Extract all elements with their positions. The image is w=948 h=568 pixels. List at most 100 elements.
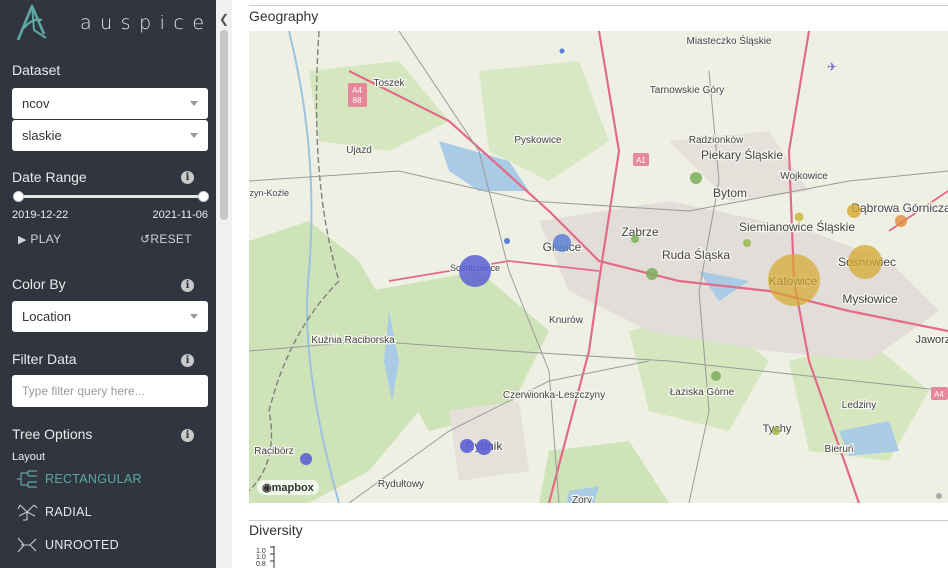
map-place-label: Wojkowice [780, 171, 828, 182]
reset-label: RESET [150, 232, 192, 246]
date-end-label: 2021-11-06 [152, 209, 208, 221]
play-button[interactable]: ▶ PLAY [18, 232, 61, 246]
map-place-label: Ruda Śląska [662, 247, 730, 262]
diversity-y-tick: 1.0 [256, 554, 266, 561]
auspice-logo-icon [16, 4, 47, 41]
map-place-label: Łaziska Górne [670, 387, 735, 398]
map-place-label: Bytom [713, 186, 747, 200]
info-icon[interactable]: i [181, 279, 194, 292]
diversity-title: Diversity [249, 522, 303, 538]
app-logo-text: auspice [80, 12, 213, 34]
dataset-select[interactable]: ncov [12, 88, 208, 119]
map-place-label: Ledziny [842, 400, 876, 411]
layout-rectangular-label: RECTANGULAR [45, 472, 142, 486]
date-range-title: Date Range [12, 169, 87, 185]
date-start-label: 2019-12-22 [12, 209, 69, 221]
map-place-label: Pyskowice [514, 135, 562, 146]
chevron-down-icon [190, 314, 198, 319]
location-marker-katowice[interactable] [768, 254, 820, 306]
map-place-label: Jaworzno [915, 334, 948, 346]
reset-icon: ↺ [140, 232, 151, 246]
location-marker-dabrowa[interactable] [847, 204, 861, 218]
road-label-a4-east: A4 [934, 390, 944, 399]
play-label: PLAY [30, 232, 62, 246]
geography-title: Geography [249, 8, 319, 24]
filter-input[interactable]: Type filter query here... [12, 375, 208, 407]
divider [249, 520, 948, 521]
location-marker-ruda[interactable] [646, 268, 658, 280]
scrollbar-thumb[interactable] [220, 30, 228, 220]
airport-icon: ✈ [827, 60, 837, 74]
map-place-label: Zory [572, 495, 592, 503]
layout-radial-button[interactable]: RADIAL [16, 503, 92, 525]
color-by-title: Color By [12, 276, 66, 292]
color-by-select[interactable]: Location [12, 301, 208, 332]
location-marker-small[interactable] [936, 493, 942, 499]
chevron-down-icon [190, 133, 198, 138]
date-range-slider[interactable] [18, 195, 204, 198]
location-marker-bytom[interactable] [690, 172, 702, 184]
map-place-label: Racibórz [254, 446, 293, 457]
color-by-value: Location [22, 309, 72, 324]
rectangular-tree-icon [17, 470, 37, 488]
map-place-label: Mysłowice [842, 292, 898, 306]
map-place-label: Dąbrowa Górnicza [851, 201, 948, 215]
dataset-subselect-value: slaskie [22, 128, 62, 143]
road-label-a1: A1 [636, 156, 646, 165]
location-marker-east[interactable] [895, 215, 907, 227]
location-marker-zabrze[interactable] [631, 235, 639, 243]
map-place-label: Miasteczko Śląskie [686, 34, 771, 47]
layout-label: Layout [12, 451, 46, 463]
layout-unrooted-button[interactable]: UNROOTED [16, 536, 119, 558]
sidebar-scrollbar[interactable] [216, 0, 232, 568]
sidebar: auspice Dataset ncov slaskie Date Range … [0, 0, 216, 568]
geography-map[interactable]: A4 88 A1 A4 ✈ Toszek Miasteczko Śląskie Ta… [249, 31, 948, 503]
diversity-y-tick: 0.8 [256, 561, 266, 568]
location-marker-chorzow[interactable] [743, 239, 751, 247]
location-marker-sosnowiec[interactable] [848, 245, 882, 279]
dataset-select-value: ncov [22, 96, 50, 111]
radial-tree-icon [17, 504, 38, 521]
info-icon[interactable]: i [181, 354, 194, 367]
dataset-subselect[interactable]: slaskie [12, 120, 208, 151]
date-slider-end-handle[interactable] [198, 191, 209, 202]
location-marker-raciborz[interactable] [300, 453, 312, 465]
date-slider-start-handle[interactable] [13, 191, 24, 202]
location-marker-gliwice[interactable] [553, 234, 571, 252]
map-place-label: Toszek [373, 78, 405, 89]
map-place-label: Rydułtowy [378, 479, 424, 490]
collapse-sidebar-icon[interactable]: ❮ [219, 12, 229, 26]
mapbox-logo: ◉mapbox [257, 480, 319, 495]
location-marker-small[interactable] [504, 238, 510, 244]
play-icon: ▶ [18, 234, 27, 246]
layout-unrooted-label: UNROOTED [45, 538, 119, 552]
layout-rectangular-button[interactable]: RECTANGULAR [16, 470, 142, 492]
map-place-label: Kuźnia Raciborska [311, 335, 395, 346]
location-marker-small[interactable] [559, 48, 565, 54]
map-place-label: Kędzierzyn-Koźle [249, 188, 289, 198]
location-marker-rybnik[interactable] [476, 439, 492, 455]
road-label-88: 88 [353, 96, 362, 105]
location-marker-sosnicowice[interactable] [459, 255, 491, 287]
location-marker-tychy[interactable] [772, 427, 780, 435]
map-place-label: Ujazd [346, 145, 372, 156]
map-place-label: Tarnowskie Góry [650, 85, 724, 96]
chevron-down-icon [190, 101, 198, 106]
location-marker-siemianowice[interactable] [794, 212, 804, 222]
map-place-label: Radzionków [689, 135, 744, 146]
reset-button[interactable]: ↺RESET [140, 232, 192, 246]
filter-data-title: Filter Data [12, 351, 77, 367]
tree-options-title: Tree Options [12, 426, 93, 442]
map-place-label: Knurów [549, 315, 584, 326]
info-icon[interactable]: i [181, 171, 194, 184]
map-canvas: A4 88 A1 A4 ✈ Toszek Miasteczko Śląskie Ta… [249, 31, 948, 503]
location-marker-mikolow[interactable] [711, 371, 721, 381]
map-place-label: Bieruń [825, 444, 854, 455]
map-place-label: Zabrze [621, 225, 659, 239]
unrooted-tree-icon [17, 537, 37, 553]
info-icon[interactable]: i [181, 429, 194, 442]
location-marker-rybnik-west[interactable] [460, 439, 474, 453]
diversity-chart: 1.0 1.0 0.8 [256, 546, 275, 568]
map-place-label: Siemianowice Śląskie [739, 219, 855, 234]
dataset-title: Dataset [12, 62, 61, 78]
